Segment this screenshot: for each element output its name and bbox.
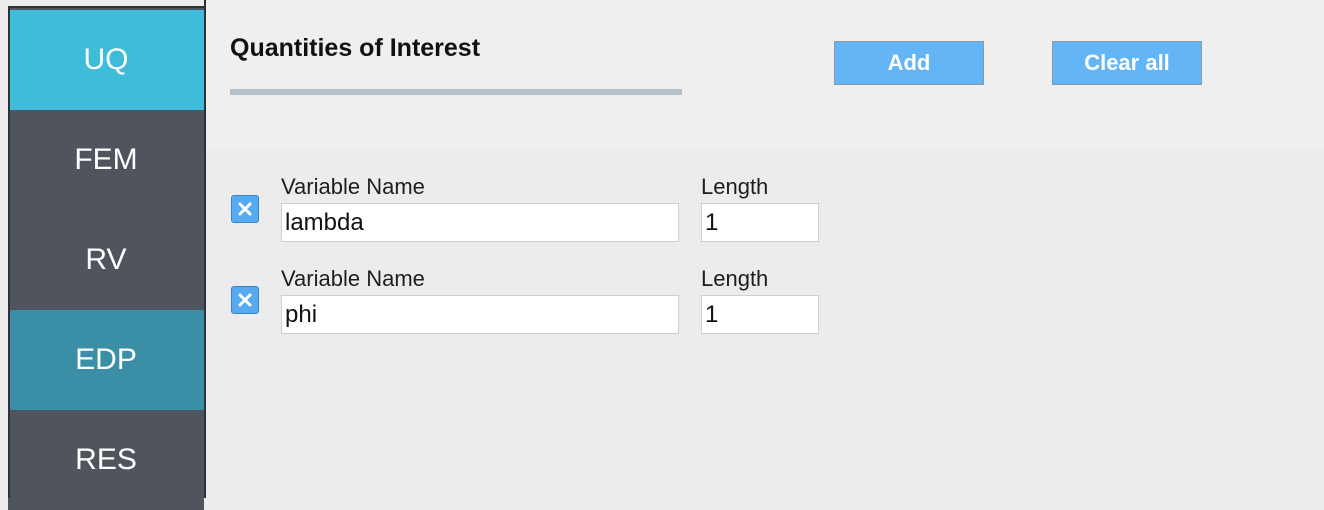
sidebar-item-label: EDP	[75, 343, 137, 376]
close-icon	[238, 202, 252, 216]
header: Quantities of Interest Add Clear all	[206, 0, 1324, 148]
sidebar: UQ FEM RV EDP RES	[0, 0, 206, 510]
sidebar-item-rv[interactable]: RV	[8, 210, 204, 310]
title-underline	[230, 89, 682, 95]
sidebar-item-edp[interactable]: EDP	[8, 310, 204, 410]
sidebar-item-fem[interactable]: FEM	[8, 110, 204, 210]
sidebar-item-label: RV	[85, 243, 127, 276]
remove-row-button[interactable]	[231, 286, 259, 314]
sidebar-border-left	[8, 8, 10, 498]
sidebar-item-uq[interactable]: UQ	[8, 10, 204, 110]
sidebar-frame-top	[0, 0, 206, 8]
sidebar-item-label: FEM	[74, 143, 138, 176]
remove-row-button[interactable]	[231, 195, 259, 223]
sidebar-frame-left	[0, 0, 8, 498]
qoi-row: Variable Name Length	[206, 174, 1324, 254]
sidebar-item-label: RES	[75, 443, 137, 476]
variable-name-label: Variable Name	[281, 174, 425, 199]
length-label: Length	[701, 174, 769, 199]
add-button[interactable]: Add	[834, 41, 984, 85]
length-input[interactable]	[701, 203, 819, 242]
length-input[interactable]	[701, 295, 819, 334]
variable-name-label: Variable Name	[281, 266, 425, 291]
clear-all-button[interactable]: Clear all	[1052, 41, 1202, 85]
sidebar-item-res[interactable]: RES	[8, 410, 204, 510]
variable-name-input[interactable]	[281, 203, 679, 242]
variable-name-input[interactable]	[281, 295, 679, 334]
qoi-row: Variable Name Length	[206, 266, 1324, 346]
length-label: Length	[701, 266, 769, 291]
close-icon	[238, 293, 252, 307]
qoi-list: Variable Name Length Variable Name Lengt…	[206, 148, 1324, 498]
page-title: Quantities of Interest	[230, 34, 481, 62]
sidebar-item-label: UQ	[83, 43, 129, 76]
